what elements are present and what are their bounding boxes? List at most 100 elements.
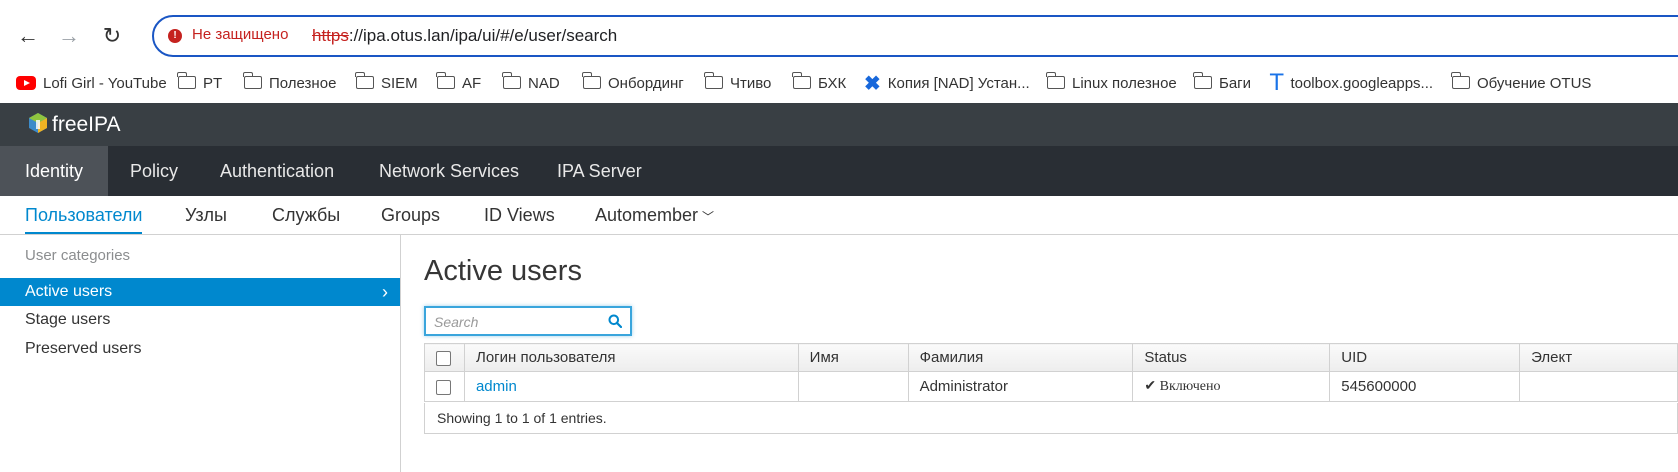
main-nav: Identity Policy Authentication Network S…: [0, 146, 1678, 196]
url-path: ://ipa.otus.lan/ipa/ui/#/e/user/search: [348, 26, 618, 45]
bookmark-folder-bhk[interactable]: БХК: [792, 71, 847, 95]
sidebar-item-active-users[interactable]: Active users ›: [0, 278, 400, 306]
sidebar-item-label: Active users: [25, 283, 113, 300]
table-header-row: Логин пользователя Имя Фамилия Status UI…: [424, 343, 1678, 372]
tab-users[interactable]: Пользователи: [25, 196, 143, 234]
column-header-uid[interactable]: UID: [1329, 343, 1521, 372]
select-all-header: [424, 343, 465, 372]
bookmark-label: Онбординг: [608, 75, 684, 92]
app-header: freeIPA: [0, 103, 1678, 146]
bookmark-folder-bugs[interactable]: Баги: [1193, 71, 1252, 95]
bookmark-toolbox[interactable]: Ttoolbox.googleapps...: [1270, 73, 1433, 95]
folder-icon: [582, 71, 601, 89]
bookmark-label: Lofi Girl - YouTube: [43, 75, 167, 92]
tab-groups[interactable]: Groups: [381, 196, 440, 234]
email-cell: [1519, 371, 1678, 402]
sub-nav: Пользователи Узлы Службы Groups ID Views…: [0, 196, 1678, 235]
nav-authentication[interactable]: Authentication: [220, 146, 334, 196]
reload-icon[interactable]: ↻: [98, 22, 126, 50]
bookmark-confluence-nad[interactable]: ✖ Копия [NAD] Устан...: [864, 73, 1030, 95]
table-row: admin Administrator ✔ Включено 545600000: [424, 371, 1678, 402]
sidebar: User categories Active users › Stage use…: [0, 235, 401, 472]
tab-automember[interactable]: Automember ﹀: [595, 196, 714, 234]
column-header-email[interactable]: Элект: [1519, 343, 1678, 372]
users-table: Логин пользователя Имя Фамилия Status UI…: [424, 343, 1678, 402]
folder-icon: [502, 71, 521, 89]
bookmark-label: SIEM: [381, 75, 418, 92]
sidebar-title: User categories: [25, 247, 131, 264]
last-name-cell: Administrator: [907, 371, 1134, 402]
toolbox-icon: T: [1270, 71, 1284, 97]
first-name-cell: [797, 371, 909, 402]
back-icon[interactable]: ←: [14, 22, 42, 50]
bookmark-folder-siem[interactable]: SIEM: [355, 71, 418, 95]
bookmark-label: PT: [203, 75, 223, 92]
address-bar[interactable]: ! Не защищено https://ipa.otus.lan/ipa/u…: [152, 15, 1678, 57]
row-select-cell: [424, 371, 465, 402]
browser-toolbar: ← → ↻ ! Не защищено https://ipa.otus.lan…: [0, 0, 1678, 66]
bookmark-lofi-girl[interactable]: Lofi Girl - YouTube: [16, 73, 167, 95]
nav-policy[interactable]: Policy: [130, 146, 178, 196]
sidebar-item-preserved-users[interactable]: Preserved users: [0, 335, 400, 363]
table-footer: Showing 1 to 1 of 1 entries.: [424, 403, 1678, 434]
bookmark-label: Копия [NAD] Устан...: [887, 75, 1030, 92]
login-cell: admin: [463, 371, 799, 402]
url-text[interactable]: https://ipa.otus.lan/ipa/ui/#/e/user/sea…: [312, 26, 617, 46]
bookmark-folder-af[interactable]: AF: [436, 71, 482, 95]
chevron-right-icon: ›: [382, 282, 388, 302]
url-scheme: https: [312, 26, 349, 45]
tab-id-views[interactable]: ID Views: [484, 196, 555, 234]
row-checkbox[interactable]: [436, 379, 451, 395]
bookmark-folder-chtivo[interactable]: Чтиво: [704, 71, 772, 95]
user-login-link[interactable]: admin: [476, 378, 517, 395]
bookmark-label: AF: [462, 75, 482, 92]
insecure-warning-icon: !: [168, 29, 182, 43]
tab-services[interactable]: Службы: [272, 196, 340, 234]
column-header-status[interactable]: Status: [1132, 343, 1331, 372]
insecure-label[interactable]: Не защищено: [192, 26, 288, 43]
status-text: Включено: [1159, 379, 1221, 394]
bookmark-label: NAD: [528, 75, 560, 92]
bookmark-folder-linux[interactable]: Linux полезное: [1046, 71, 1177, 95]
folder-icon: [243, 71, 262, 89]
bookmarks-bar: Lofi Girl - YouTube PT Полезное SIEM AF …: [0, 68, 1678, 100]
check-icon: ✔: [1144, 379, 1157, 394]
bookmark-folder-otus[interactable]: Обучение OTUS: [1451, 71, 1592, 95]
nav-network-services[interactable]: Network Services: [379, 146, 519, 196]
bookmark-label: Полезное: [269, 75, 337, 92]
bookmark-label: Обучение OTUS: [1477, 75, 1592, 92]
freeipa-logo-icon: [29, 113, 47, 133]
status-cell: ✔ Включено: [1132, 371, 1331, 402]
search-icon[interactable]: [608, 314, 622, 328]
bookmark-folder-nad[interactable]: NAD: [502, 71, 560, 95]
folder-icon: [1451, 71, 1470, 89]
bookmark-label: Чтиво: [730, 75, 772, 92]
folder-icon: [792, 71, 811, 89]
tab-automember-label: Automember: [595, 205, 699, 225]
column-header-login[interactable]: Логин пользователя: [463, 343, 799, 372]
bookmark-label: БХК: [818, 75, 847, 92]
sidebar-item-stage-users[interactable]: Stage users: [0, 306, 400, 334]
search-input[interactable]: [432, 310, 606, 334]
bookmark-folder-poleznoe[interactable]: Полезное: [243, 71, 337, 95]
column-header-first-name[interactable]: Имя: [797, 343, 909, 372]
bookmark-folder-onboarding[interactable]: Онбординг: [582, 71, 684, 95]
folder-icon: [704, 71, 723, 89]
search-field[interactable]: [424, 306, 632, 336]
bookmark-folder-pt[interactable]: PT: [177, 71, 223, 95]
bookmark-label: Баги: [1219, 75, 1252, 92]
forward-icon[interactable]: →: [55, 22, 83, 50]
confluence-icon: ✖: [864, 73, 881, 96]
folder-icon: [355, 71, 374, 89]
page-title: Active users: [424, 255, 582, 287]
folder-icon: [436, 71, 455, 89]
uid-cell: 545600000: [1329, 371, 1521, 402]
column-header-last-name[interactable]: Фамилия: [907, 343, 1134, 372]
youtube-icon: [16, 76, 36, 91]
select-all-checkbox[interactable]: [436, 350, 451, 366]
nav-ipa-server[interactable]: IPA Server: [557, 146, 642, 196]
app-brand[interactable]: freeIPA: [52, 113, 120, 137]
folder-icon: [1193, 71, 1212, 89]
nav-identity[interactable]: Identity: [0, 146, 109, 196]
tab-hosts[interactable]: Узлы: [185, 196, 227, 234]
